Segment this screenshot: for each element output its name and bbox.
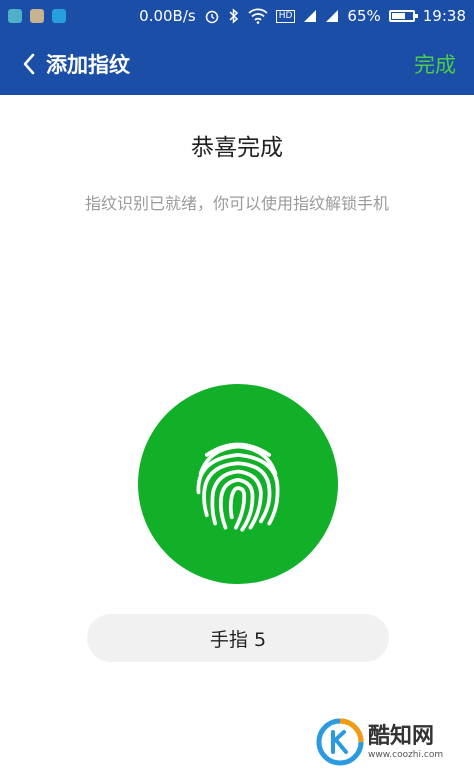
image-notification-icon [30,9,44,23]
watermark-url: www.coozhi.com [368,750,444,760]
fingerprint-badge [138,384,338,584]
clock: 19:38 [422,7,466,25]
battery-percent: 65% [347,7,381,25]
bluetooth-icon [229,8,238,24]
success-subtitle: 指纹识别已就绪，你可以使用指纹解锁手机 [84,194,389,213]
finger-name-button[interactable]: 手指 5 [87,614,389,662]
app-notification-icon [8,9,22,23]
done-button[interactable]: 完成 [414,49,456,79]
app-notification-icon-2 [52,9,66,23]
watermark: 酷知网 www.coozhi.com [316,714,466,770]
signal-icon-2 [326,10,339,22]
hd-indicator: HD [275,9,296,23]
status-bar: 0.00B/s HD 65% 19:38 [0,0,474,32]
page-title: 添加指纹 [46,52,130,77]
wifi-icon [248,8,268,24]
watermark-name: 酷知网 [368,724,435,749]
back-button[interactable] [18,49,40,79]
chevron-left-icon [23,53,35,74]
alarm-icon [205,10,218,24]
fingerprint-icon [196,442,280,532]
network-speed: 0.00B/s [139,7,196,25]
coozhi-logo-icon [316,718,364,766]
notification-icons [8,9,66,23]
battery-icon [388,10,418,22]
signal-icon [304,10,317,22]
success-heading: 恭喜完成 [191,135,283,161]
app-toolbar: 添加指纹 完成 [0,32,474,95]
